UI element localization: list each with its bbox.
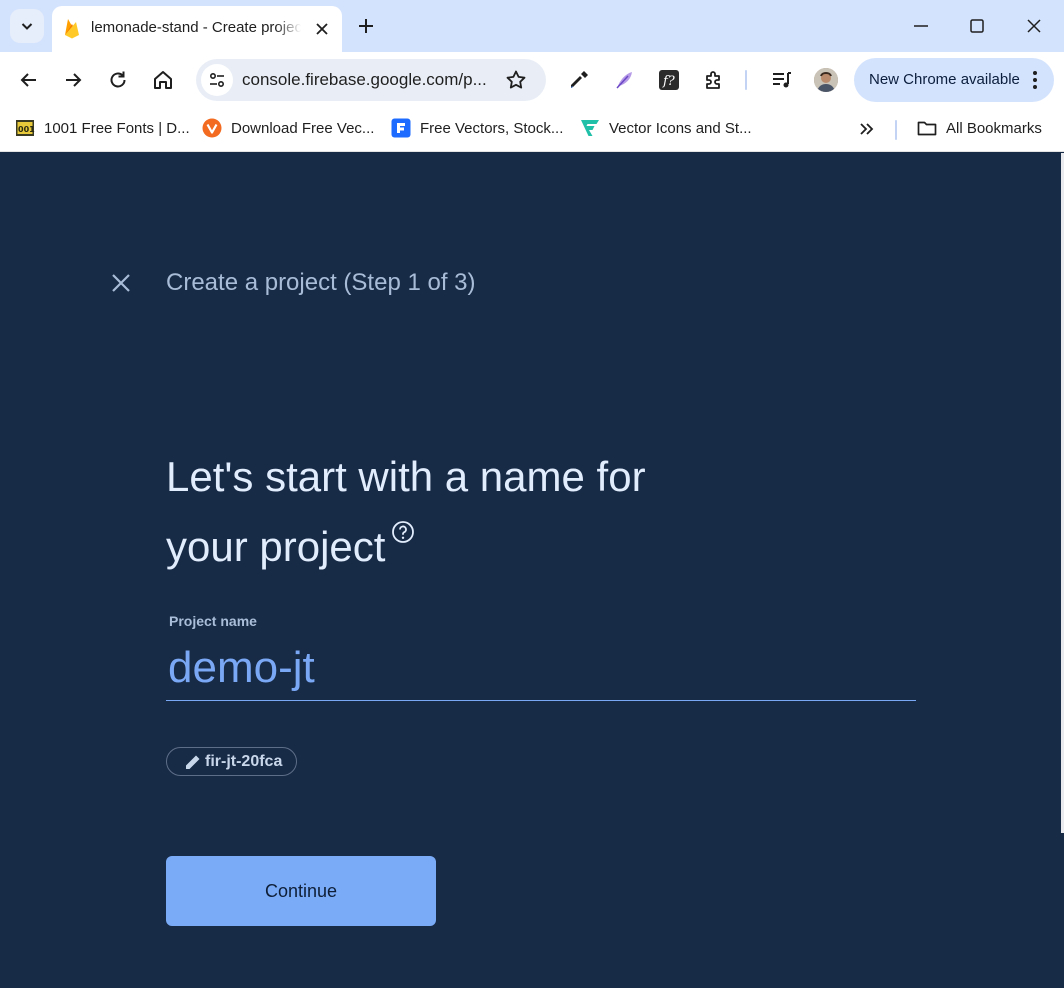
heading-line-2: your project	[166, 523, 386, 570]
maximize-icon[interactable]	[965, 14, 989, 38]
address-bar[interactable]: console.firebase.google.com/p...	[196, 59, 546, 101]
profile-photo-icon	[814, 68, 838, 92]
page-heading: Let's start with a name for your project	[166, 442, 786, 582]
tune-icon	[209, 72, 225, 88]
firebase-icon	[65, 19, 79, 39]
project-id-text: fir-jt-20fca	[205, 752, 283, 770]
bookmark-item[interactable]: Free Vectors, Stock...	[391, 116, 563, 140]
media-controls-icon[interactable]	[770, 68, 794, 92]
project-name-input[interactable]	[166, 636, 916, 701]
url-text[interactable]: console.firebase.google.com/p...	[242, 70, 497, 90]
font-finder-extension-icon[interactable]: f?	[657, 68, 681, 92]
bookmark-label: Vector Icons and St...	[609, 119, 752, 137]
browser-toolbar: console.firebase.google.com/p... f? New …	[0, 52, 1064, 108]
freepik-icon	[391, 118, 411, 138]
heading-line-1: Let's start with a name for	[166, 453, 646, 500]
extensions-puzzle-icon[interactable]	[702, 68, 726, 92]
new-tab-icon[interactable]	[355, 15, 377, 37]
tab-search-button[interactable]	[10, 9, 44, 43]
toolbar-divider	[745, 70, 747, 90]
site-info-button[interactable]	[201, 64, 233, 96]
svg-text:f?: f?	[662, 74, 676, 89]
flaticon-icon	[581, 120, 599, 136]
vecteezy-icon	[202, 118, 222, 138]
more-bookmarks-chevron-icon[interactable]	[857, 119, 877, 139]
update-chip-label: New Chrome available	[869, 71, 1020, 88]
continue-button[interactable]: Continue	[166, 856, 436, 926]
bookmark-item[interactable]: Download Free Vec...	[202, 116, 374, 140]
project-id-chip[interactable]: fir-jt-20fca	[166, 747, 298, 776]
browser-tab-active[interactable]: lemonade-stand - Create project	[52, 6, 342, 52]
profile-avatar[interactable]	[814, 68, 838, 92]
create-project-page: Create a project (Step 1 of 3) Let's sta…	[0, 153, 1064, 988]
bookmarks-bar: 001 1001 Free Fonts | D... Download Free…	[0, 108, 1064, 152]
close-tab-icon[interactable]	[312, 19, 332, 39]
close-window-icon[interactable]	[1022, 14, 1046, 38]
feather-extension-icon[interactable]	[612, 68, 636, 92]
minimize-icon[interactable]	[909, 14, 933, 38]
all-bookmarks-label: All Bookmarks	[946, 119, 1042, 137]
folder-icon	[917, 121, 937, 136]
new-chrome-available-button[interactable]: New Chrome available	[854, 58, 1054, 102]
bookmark-label: 1001 Free Fonts | D...	[44, 119, 190, 137]
help-icon[interactable]	[391, 520, 415, 544]
close-icon[interactable]	[109, 271, 133, 295]
step-title: Create a project (Step 1 of 3)	[166, 269, 476, 296]
reload-icon[interactable]	[106, 68, 130, 92]
home-icon[interactable]	[151, 68, 175, 92]
bookmark-item[interactable]: 001 1001 Free Fonts | D...	[15, 116, 190, 140]
kebab-menu-icon[interactable]	[1024, 69, 1046, 91]
eyedropper-extension-icon[interactable]	[567, 68, 591, 92]
bookmark-label: Free Vectors, Stock...	[420, 119, 564, 137]
bookmark-item[interactable]: Vector Icons and St...	[580, 116, 752, 140]
forward-icon[interactable]	[61, 68, 85, 92]
fonts-icon: 001	[16, 120, 35, 136]
bookmarks-divider	[895, 120, 897, 140]
all-bookmarks-button[interactable]: All Bookmarks	[917, 116, 1042, 140]
tab-title: lemonade-stand - Create project	[91, 19, 301, 36]
chevron-down-icon	[21, 23, 33, 30]
project-name-label: Project name	[169, 613, 257, 629]
browser-titlebar: lemonade-stand - Create project	[0, 0, 1064, 52]
bookmark-label: Download Free Vec...	[231, 119, 375, 137]
pencil-icon	[186, 755, 200, 769]
back-icon[interactable]	[17, 68, 41, 92]
bookmark-star-icon[interactable]	[504, 68, 528, 92]
svg-text:001: 001	[18, 125, 35, 134]
